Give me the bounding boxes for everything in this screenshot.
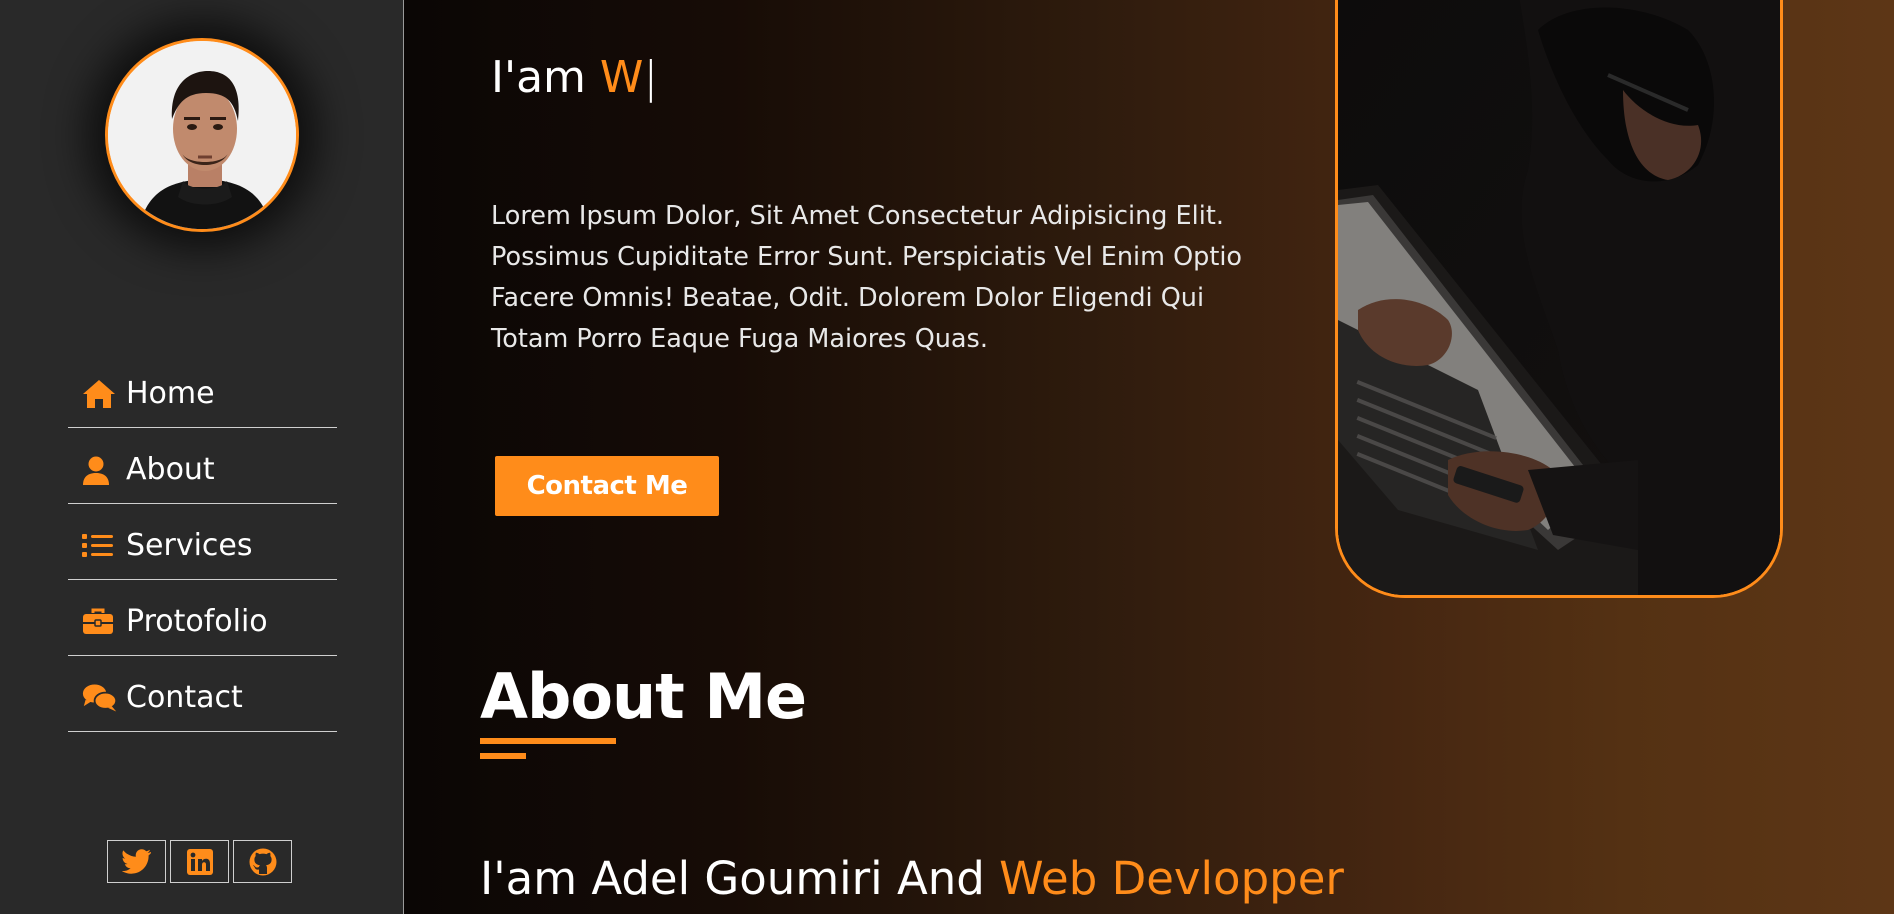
profile-photo [108, 41, 296, 229]
linkedin-icon [186, 848, 213, 875]
nav-item-home[interactable]: Home [68, 352, 337, 428]
typed-text: W [599, 52, 644, 103]
nav-label: About [126, 452, 215, 487]
twitter-icon [121, 848, 151, 874]
typed-prefix: I'am [491, 52, 600, 103]
nav-label: Protofolio [126, 604, 268, 639]
avatar [105, 38, 299, 232]
hacker-laptop-image [1338, 0, 1780, 595]
sidebar: Home About Services Protofolio Contact [0, 0, 404, 914]
nav-label: Contact [126, 680, 243, 715]
main-content: I'am W| Lorem Ipsum Dolor, Sit Amet Cons… [404, 0, 1894, 914]
nav-item-services[interactable]: Services [68, 504, 337, 580]
user-icon [82, 455, 118, 485]
twitter-link[interactable] [107, 840, 166, 883]
about-subheading: I'am Adel Goumiri And Web Devlopper [480, 852, 1344, 905]
nav-label: Services [126, 528, 253, 563]
comments-icon [82, 683, 118, 713]
github-icon [249, 848, 276, 875]
contact-me-button[interactable]: Contact Me [495, 456, 719, 516]
title-underline [480, 738, 616, 744]
typed-headline: I'am W| [491, 52, 658, 103]
github-link[interactable] [233, 840, 292, 883]
nav-item-about[interactable]: About [68, 428, 337, 504]
nav-label: Home [126, 376, 215, 411]
hero-photo [1335, 0, 1783, 598]
nav-item-contact[interactable]: Contact [68, 656, 337, 732]
social-links [107, 840, 292, 883]
subheading-accent: Web Devlopper [999, 852, 1344, 905]
list-icon [82, 531, 118, 561]
house-icon [82, 379, 118, 409]
intro-paragraph: Lorem Ipsum Dolor, Sit Amet Consectetur … [491, 201, 1243, 354]
about-title: About Me [480, 660, 807, 733]
sidebar-nav: Home About Services Protofolio Contact [68, 352, 337, 732]
title-underline-short [480, 753, 526, 759]
typed-cursor: | [643, 52, 659, 103]
briefcase-icon [82, 607, 118, 637]
linkedin-link[interactable] [170, 840, 229, 883]
nav-item-portfolio[interactable]: Protofolio [68, 580, 337, 656]
subheading-prefix: I'am Adel Goumiri And [480, 852, 1000, 905]
